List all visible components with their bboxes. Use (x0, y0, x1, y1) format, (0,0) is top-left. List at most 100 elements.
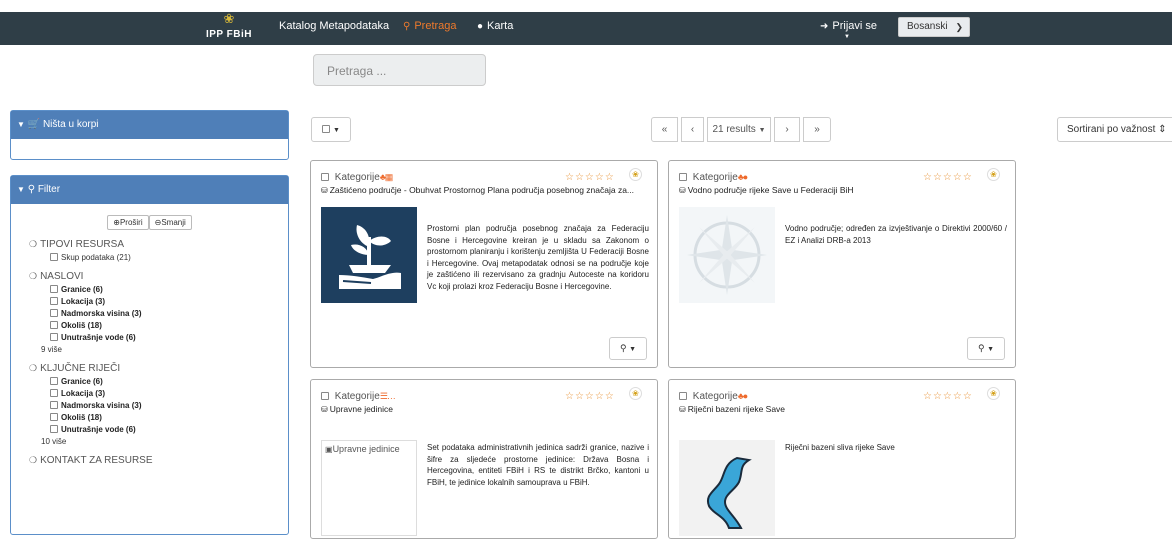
facet-item[interactable]: Okoliš (18) (50, 413, 288, 422)
checkbox[interactable] (50, 309, 58, 317)
card-header: Kategorije☰… (321, 391, 396, 402)
pin-icon: ⚲ (977, 343, 985, 353)
card-thumbnail[interactable] (679, 207, 775, 303)
nav-karta[interactable]: ● Karta (477, 12, 513, 45)
caret-down-icon: ▼ (844, 34, 850, 40)
facet-item[interactable]: Okoliš (18) (50, 321, 288, 330)
card-description: Vodno područje; određen za izvještivanje… (785, 224, 1007, 245)
first-page-button[interactable]: « (651, 117, 678, 142)
facet-item[interactable]: Unutrašnje vode (6) (50, 333, 288, 342)
select-checkbox[interactable] (679, 173, 687, 181)
result-card[interactable]: Kategorije☰… ☆☆☆☆☆ ❀ ⛁ Upravne jedinice ▣… (310, 379, 658, 539)
plus-circle-icon: ⊕ (113, 218, 120, 227)
checkbox[interactable] (50, 253, 58, 261)
filter-panel-header[interactable]: ▼ ⚲ Filter (11, 176, 288, 204)
rating-stars[interactable]: ☆☆☆☆☆ (565, 172, 615, 183)
last-page-button[interactable]: » (803, 117, 831, 142)
rating-stars[interactable]: ☆☆☆☆☆ (923, 391, 973, 402)
collapse-all-button[interactable]: ⊖Smanji (148, 215, 192, 230)
card-actions-dropdown[interactable]: ⚲ ▼ (967, 337, 1005, 360)
double-chevron-left-icon: « (661, 124, 668, 135)
chevron-right-icon: › (785, 124, 789, 135)
show-more-link[interactable]: 9 više (41, 345, 288, 354)
next-page-button[interactable]: › (774, 117, 800, 142)
result-card[interactable]: Kategorije♣● ☆☆☆☆☆ ❀ ⛁ Riječni bazeni rij… (668, 379, 1016, 539)
select-checkbox[interactable] (321, 173, 329, 181)
sign-in-icon: ➜ (820, 21, 829, 32)
card-header: Kategorije♣▦ (321, 172, 393, 183)
search-icon: ⚲ (27, 184, 36, 195)
leaf-icon: ❀ (629, 168, 642, 181)
category-icons: ♣● (737, 172, 748, 182)
card-title[interactable]: ⛁ Vodno područje rijeke Save u Federaciji… (679, 185, 1009, 196)
checkbox[interactable] (50, 401, 58, 409)
card-header: Kategorije♣● (679, 391, 748, 402)
prev-page-button[interactable]: ‹ (681, 117, 704, 142)
cart-panel-header[interactable]: ▼ 🛒 Ništa u korpi (11, 111, 288, 139)
checkbox[interactable] (50, 285, 58, 293)
select-checkbox[interactable] (679, 392, 687, 400)
checkbox[interactable] (50, 413, 58, 421)
top-navbar: ❀ IPP FBiH Katalog Metapodataka ⚲ Pretrag… (0, 12, 1172, 45)
brand-label: IPP FBiH (205, 29, 253, 40)
login-link[interactable]: ➜ Prijavi se ▼ (820, 12, 877, 45)
search-input[interactable]: Pretraga ... (313, 54, 486, 86)
category-icons: ♣▦ (379, 172, 393, 182)
nav-pretraga[interactable]: ⚲ Pretraga (403, 12, 457, 45)
checkbox[interactable] (50, 389, 58, 397)
language-select[interactable]: Bosanski ❯ (898, 17, 970, 37)
facet-item[interactable]: Unutrašnje vode (6) (50, 425, 288, 434)
facet-tipovi-resursa[interactable]: ❍ TIPOVI RESURSA (29, 239, 288, 250)
select-checkbox[interactable] (321, 392, 329, 400)
nav-katalog-metapodataka[interactable]: Katalog Metapodataka (279, 12, 389, 45)
checkbox[interactable] (50, 377, 58, 385)
show-more-link[interactable]: 10 više (41, 437, 288, 446)
facet-kljucne-rijeci[interactable]: ❍ KLJUČNE RIJEČI (29, 363, 288, 374)
chevron-circle-icon: ❍ (29, 239, 38, 249)
select-all-dropdown[interactable]: ▼ (311, 117, 351, 142)
broken-image-icon: ▣ (325, 445, 333, 454)
facet-item[interactable]: Lokacija (3) (50, 389, 288, 398)
results-count-dropdown[interactable]: 21 results ▼ (707, 117, 771, 142)
pin-icon: ⚲ (619, 343, 627, 353)
leaf-icon: ❀ (987, 387, 1000, 400)
card-title[interactable]: ⛁ Riječni bazeni rijeke Save (679, 404, 1009, 415)
facet-item[interactable]: Granice (6) (50, 285, 288, 294)
checkbox[interactable] (50, 297, 58, 305)
card-actions-dropdown[interactable]: ⚲ ▼ (609, 337, 647, 360)
result-card[interactable]: Kategorije♣▦ ☆☆☆☆☆ ❀ ⛁ Zaštićeno područje… (310, 160, 658, 368)
leaf-icon: ❀ (629, 387, 642, 400)
database-icon: ⛁ (321, 405, 328, 414)
result-card[interactable]: Kategorije♣● ☆☆☆☆☆ ❀ ⛁ Vodno područje rij… (668, 160, 1016, 368)
facet-item[interactable]: Nadmorska visina (3) (50, 401, 288, 410)
leaf-icon: ❀ (987, 168, 1000, 181)
chevron-circle-icon: ❍ (29, 455, 38, 465)
search-icon: ⚲ (403, 21, 411, 32)
category-icons: ♣● (737, 391, 748, 401)
facet-item[interactable]: Lokacija (3) (50, 297, 288, 306)
expand-all-button[interactable]: ⊕Proširi (107, 215, 149, 230)
facet-item[interactable]: Nadmorska visina (3) (50, 309, 288, 318)
card-title[interactable]: ⛁ Upravne jedinice (321, 404, 651, 415)
facet-item[interactable]: Skup podataka (21) (50, 253, 288, 262)
facet-kontakt-za-resurse[interactable]: ❍ KONTAKT ZA RESURSE (29, 455, 288, 466)
ipp-logo[interactable]: ❀ IPP FBiH (203, 12, 255, 43)
checkbox[interactable] (50, 333, 58, 341)
facet-item[interactable]: Granice (6) (50, 377, 288, 386)
sort-dropdown[interactable]: Sortirani po važnost ⇕ (1057, 117, 1172, 142)
globe-icon: ● (477, 21, 484, 32)
rating-stars[interactable]: ☆☆☆☆☆ (923, 172, 973, 183)
facet-naslovi[interactable]: ❍ NASLOVI (29, 271, 288, 282)
rating-stars[interactable]: ☆☆☆☆☆ (565, 391, 615, 402)
collapse-caret-icon: ▼ (17, 120, 25, 129)
card-description: Riječni bazeni sliva rijeke Save (785, 443, 895, 452)
checkbox[interactable] (50, 425, 58, 433)
database-icon: ⛁ (679, 405, 686, 414)
card-title[interactable]: ⛁ Zaštićeno područje - Obuhvat Prostornog… (321, 185, 651, 196)
card-thumbnail[interactable] (321, 207, 417, 303)
collapse-caret-icon: ▼ (17, 185, 25, 194)
compass-rose-icon (687, 215, 767, 295)
card-header: Kategorije♣● (679, 172, 748, 183)
checkbox[interactable] (50, 321, 58, 329)
chevron-circle-icon: ❍ (29, 363, 38, 373)
